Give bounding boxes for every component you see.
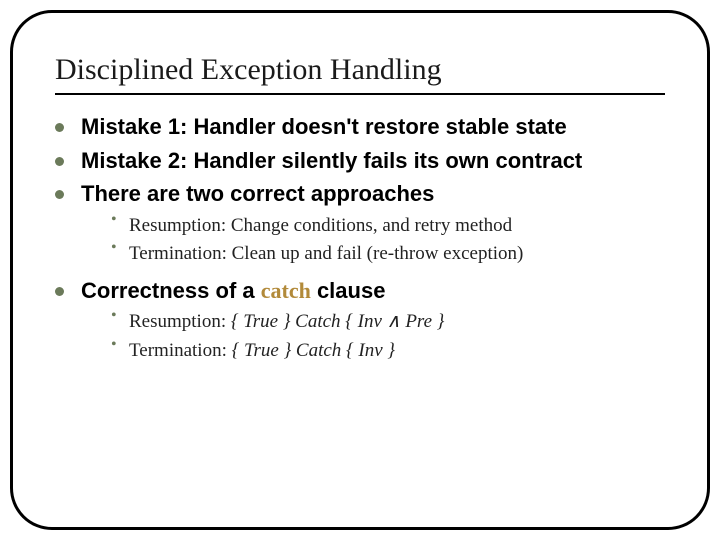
label: Termination: xyxy=(129,340,232,361)
sub-list-approaches: Resumption: Change conditions, and retry… xyxy=(81,214,665,267)
sub-list-correctness: Resumption: { True } Catch { Inv ∧ Pre }… xyxy=(81,310,665,363)
catch-keyword: catch xyxy=(261,278,311,303)
slide-title: Disciplined Exception Handling xyxy=(55,53,665,89)
bullet-mistake-2: Mistake 2: Handler silently fails its ow… xyxy=(55,147,665,175)
hoare-triple: { True } Catch { Inv ∧ Pre } xyxy=(231,311,445,332)
hoare-triple: { True } Catch { Inv } xyxy=(232,340,395,361)
bullet-text: There are two correct approaches xyxy=(81,181,434,206)
label: Resumption: xyxy=(129,311,231,332)
sub-termination-spec: Termination: { True } Catch { Inv } xyxy=(111,339,665,364)
bullet-text-pre: Correctness of a xyxy=(81,278,261,303)
sub-termination: Termination: Clean up and fail (re-throw… xyxy=(111,242,665,267)
sub-resumption: Resumption: Change conditions, and retry… xyxy=(111,214,665,239)
slide-frame: Disciplined Exception Handling Mistake 1… xyxy=(10,10,710,530)
title-underline xyxy=(55,93,665,95)
bullet-correctness: Correctness of a catch clause Resumption… xyxy=(55,277,665,364)
main-bullet-list: Mistake 1: Handler doesn't restore stabl… xyxy=(55,113,665,364)
bullet-text-post: clause xyxy=(311,278,386,303)
bullet-two-approaches: There are two correct approaches Resumpt… xyxy=(55,180,665,267)
sub-resumption-spec: Resumption: { True } Catch { Inv ∧ Pre } xyxy=(111,310,665,335)
bullet-mistake-1: Mistake 1: Handler doesn't restore stabl… xyxy=(55,113,665,141)
